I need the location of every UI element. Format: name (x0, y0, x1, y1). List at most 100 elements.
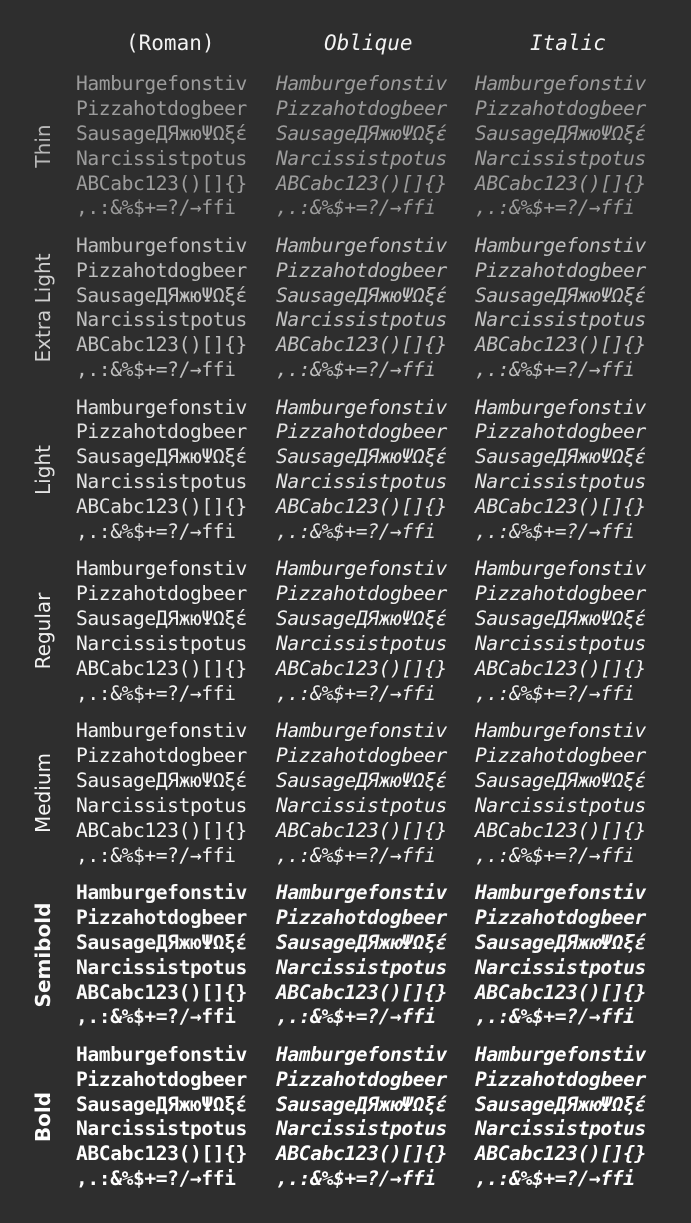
sample-line: Narcissistpotus (76, 632, 247, 656)
sample-block-roman: Hamburgefonstiv Pizzahotdogbeer SausageДЯж… (76, 234, 247, 383)
sample-line: SausageДЯжюΨΩξέ (475, 1092, 646, 1116)
sample-line: ABCabc123()[]{} (276, 980, 447, 1004)
sample-line: ABCabc123()[]{} (475, 333, 646, 357)
weight-label: Light (31, 444, 55, 495)
sample-line: Hamburgefonstiv (76, 1042, 247, 1066)
sample-line: Hamburgefonstiv (475, 233, 646, 257)
sample-line: SausageДЯжюΨΩξέ (475, 283, 646, 307)
sample-line: Narcissistpotus (276, 632, 447, 656)
sample-line: SausageДЯжюΨΩξέ (76, 607, 247, 631)
sample-block-italic: Hamburgefonstiv Pizzahotdogbeer SausageДЯж… (475, 719, 646, 868)
sample-line: ,.:&%$+=?/→ffi (76, 520, 236, 544)
sample-line: ABCabc123()[]{} (276, 333, 447, 357)
sample-line: ABCabc123()[]{} (276, 495, 447, 519)
sample-block-italic: Hamburgefonstiv Pizzahotdogbeer SausageДЯж… (475, 234, 646, 383)
sample-block-oblique: Hamburgefonstiv Pizzahotdogbeer SausageДЯж… (276, 234, 447, 383)
sample-block-italic: Hamburgefonstiv Pizzahotdogbeer SausageДЯж… (475, 1043, 646, 1192)
sample-line: Hamburgefonstiv (76, 72, 247, 95)
sample-block-oblique: Hamburgefonstiv Pizzahotdogbeer SausageДЯж… (276, 72, 447, 221)
sample-block-roman: Hamburgefonstiv Pizzahotdogbeer SausageДЯж… (76, 72, 247, 221)
sample-line: Hamburgefonstiv (76, 557, 247, 581)
sample-line: ABCabc123()[]{} (76, 333, 247, 357)
sample-line: ,.:&%$+=?/→ffi (475, 196, 635, 220)
sample-block-italic: Hamburgefonstiv Pizzahotdogbeer SausageДЯж… (475, 72, 646, 221)
sample-line: ,.:&%$+=?/→ffi (276, 843, 436, 867)
sample-line: ABCabc123()[]{} (76, 980, 247, 1004)
sample-line: SausageДЯжюΨΩξέ (276, 121, 447, 145)
sample-line: Pizzahotdogbeer (76, 1067, 247, 1091)
sample-line: ABCabc123()[]{} (276, 171, 447, 195)
sample-line: Narcissistpotus (475, 1117, 646, 1141)
sample-line: SausageДЯжюΨΩξέ (475, 607, 646, 631)
sample-line: ,.:&%$+=?/→ffi (76, 1167, 236, 1191)
sample-line: SausageДЯжюΨΩξέ (76, 768, 247, 792)
sample-line: Pizzahotdogbeer (76, 258, 247, 282)
sample-line: ABCabc123()[]{} (475, 980, 646, 1004)
sample-block-roman: Hamburgefonstiv Pizzahotdogbeer SausageДЯж… (76, 557, 247, 706)
sample-line: ,.:&%$+=?/→ffi (475, 1005, 635, 1029)
sample-line: Pizzahotdogbeer (76, 744, 247, 768)
sample-line: Pizzahotdogbeer (475, 1067, 646, 1091)
column-header-oblique: Oblique (324, 31, 413, 55)
sample-line: SausageДЯжюΨΩξέ (276, 768, 447, 792)
sample-block-oblique: Hamburgefonstiv Pizzahotdogbeer SausageДЯж… (276, 719, 447, 868)
sample-line: Pizzahotdogbeer (76, 905, 247, 929)
sample-line: Pizzahotdogbeer (76, 420, 247, 444)
weight-label: Semibold (31, 902, 55, 1008)
sample-line: Narcissistpotus (475, 793, 646, 817)
sample-line: Hamburgefonstiv (475, 881, 646, 904)
sample-line: ,.:&%$+=?/→ffi (76, 196, 236, 220)
sample-block-italic: Hamburgefonstiv Pizzahotdogbeer SausageДЯж… (475, 881, 646, 1030)
sample-line: ,.:&%$+=?/→ffi (76, 358, 236, 382)
sample-block-oblique: Hamburgefonstiv Pizzahotdogbeer SausageДЯж… (276, 1043, 447, 1192)
sample-line: ,.:&%$+=?/→ffi (475, 681, 635, 705)
sample-line: SausageДЯжюΨΩξέ (276, 607, 447, 631)
sample-line: ABCabc123()[]{} (276, 1142, 447, 1166)
sample-line: ,.:&%$+=?/→ffi (475, 520, 635, 544)
sample-line: SausageДЯжюΨΩξέ (276, 930, 447, 954)
sample-line: SausageДЯжюΨΩξέ (276, 445, 447, 469)
sample-line: Hamburgefonstiv (276, 1042, 447, 1066)
sample-line: Hamburgefonstiv (475, 72, 646, 95)
sample-line: Hamburgefonstiv (475, 395, 646, 419)
sample-line: ,.:&%$+=?/→ffi (276, 681, 436, 705)
sample-line: ,.:&%$+=?/→ffi (475, 358, 635, 382)
sample-block-roman: Hamburgefonstiv Pizzahotdogbeer SausageДЯж… (76, 881, 247, 1030)
sample-line: Narcissistpotus (276, 1117, 447, 1141)
sample-line: ABCabc123()[]{} (475, 1142, 646, 1166)
sample-line: SausageДЯжюΨΩξέ (276, 283, 447, 307)
sample-line: SausageДЯжюΨΩξέ (475, 445, 646, 469)
sample-line: SausageДЯжюΨΩξέ (76, 1092, 247, 1116)
sample-line: Narcissistpotus (76, 955, 247, 979)
sample-line: Pizzahotdogbeer (276, 420, 447, 444)
sample-line: ABCabc123()[]{} (276, 818, 447, 842)
sample-line: ABCabc123()[]{} (76, 495, 247, 519)
sample-line: SausageДЯжюΨΩξέ (475, 930, 646, 954)
sample-line: SausageДЯжюΨΩξέ (76, 445, 247, 469)
weight-label: Thin (31, 124, 55, 168)
sample-line: ,.:&%$+=?/→ffi (276, 196, 436, 220)
sample-block-italic: Hamburgefonstiv Pizzahotdogbeer SausageДЯж… (475, 557, 646, 706)
sample-line: SausageДЯжюΨΩξέ (276, 1092, 447, 1116)
sample-line: ,.:&%$+=?/→ffi (276, 1005, 436, 1029)
sample-line: Pizzahotdogbeer (475, 905, 646, 929)
sample-line: Narcissistpotus (276, 146, 447, 170)
sample-line: Pizzahotdogbeer (276, 96, 447, 120)
sample-line: Narcissistpotus (276, 308, 447, 332)
sample-line: ABCabc123()[]{} (76, 818, 247, 842)
sample-line: ,.:&%$+=?/→ffi (475, 1167, 635, 1191)
weight-label: Regular (31, 593, 55, 670)
sample-line: ABCabc123()[]{} (475, 171, 646, 195)
sample-line: Pizzahotdogbeer (276, 744, 447, 768)
sample-line: ABCabc123()[]{} (76, 171, 247, 195)
sample-line: Narcissistpotus (76, 308, 247, 332)
sample-line: Narcissistpotus (76, 146, 247, 170)
sample-line: SausageДЯжюΨΩξέ (76, 283, 247, 307)
sample-line: Pizzahotdogbeer (475, 96, 646, 120)
sample-line: ABCabc123()[]{} (76, 1142, 247, 1166)
sample-line: ,.:&%$+=?/→ffi (76, 1005, 236, 1029)
sample-line: ,.:&%$+=?/→ffi (276, 358, 436, 382)
sample-line: Narcissistpotus (76, 470, 247, 494)
sample-line: SausageДЯжюΨΩξέ (76, 930, 247, 954)
sample-line: Hamburgefonstiv (475, 1042, 646, 1066)
